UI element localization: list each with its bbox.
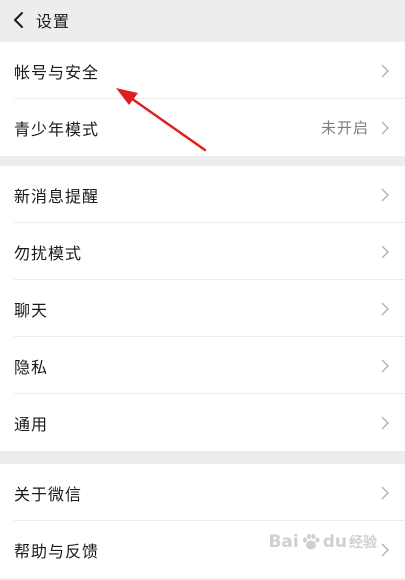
chevron-right-icon xyxy=(381,486,389,499)
settings-group-account: 帐号与安全 青少年模式 未开启 xyxy=(0,42,405,156)
settings-item-label: 青少年模式 xyxy=(14,119,100,139)
settings-item-new-message-alerts[interactable]: 新消息提醒 xyxy=(0,166,405,223)
settings-item-about-wechat[interactable]: 关于微信 xyxy=(0,464,405,521)
chevron-right-icon xyxy=(381,64,389,77)
settings-item-label: 聊天 xyxy=(14,300,49,320)
settings-item-privacy[interactable]: 隐私 xyxy=(0,337,405,394)
settings-item-do-not-disturb[interactable]: 勿扰模式 xyxy=(0,223,405,280)
baidu-watermark: Bai du 经验 xyxy=(268,532,377,552)
chevron-right-icon xyxy=(381,121,389,134)
settings-item-label: 隐私 xyxy=(14,357,49,377)
page-title: 设置 xyxy=(36,12,71,31)
settings-item-label: 帐号与安全 xyxy=(14,62,100,82)
watermark-brand-suffix: du xyxy=(322,532,347,552)
watermark-sub: 经验 xyxy=(349,535,377,551)
settings-item-value: 未开启 xyxy=(320,119,369,137)
settings-item-label: 新消息提醒 xyxy=(14,186,100,206)
chevron-right-icon xyxy=(381,302,389,315)
settings-item-label: 关于微信 xyxy=(14,484,83,504)
watermark-brand: Bai xyxy=(268,532,299,552)
settings-item-chat[interactable]: 聊天 xyxy=(0,280,405,337)
paw-icon xyxy=(302,533,320,550)
settings-group-about: 关于微信 帮助与反馈 xyxy=(0,464,405,578)
back-button[interactable] xyxy=(4,0,34,40)
chevron-right-icon xyxy=(381,245,389,258)
settings-item-label: 帮助与反馈 xyxy=(14,541,100,561)
chevron-right-icon xyxy=(381,416,389,429)
top-bar: 设置 xyxy=(0,0,405,40)
chevron-right-icon xyxy=(381,543,389,556)
settings-item-general[interactable]: 通用 xyxy=(0,394,405,451)
chevron-left-icon xyxy=(14,12,23,28)
settings-item-label: 通用 xyxy=(14,414,49,434)
chevron-right-icon xyxy=(381,359,389,372)
settings-item-account-security[interactable]: 帐号与安全 xyxy=(0,42,405,99)
settings-item-teen-mode[interactable]: 青少年模式 未开启 xyxy=(0,99,405,156)
settings-group-general: 新消息提醒 勿扰模式 聊天 隐私 通用 xyxy=(0,166,405,451)
settings-item-label: 勿扰模式 xyxy=(14,243,83,263)
chevron-right-icon xyxy=(381,188,389,201)
